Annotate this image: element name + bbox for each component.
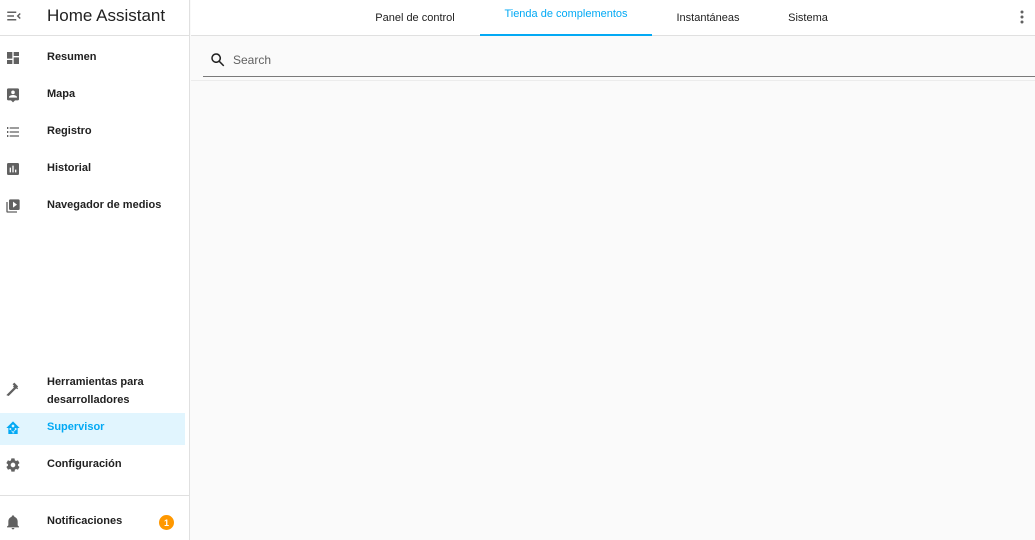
app-title: Home Assistant bbox=[47, 6, 166, 25]
format-list-icon bbox=[4, 123, 22, 141]
cog-icon bbox=[4, 456, 22, 474]
sidebar-item-label: Mapa bbox=[47, 88, 76, 100]
tab-tienda-de-complementos[interactable]: Tienda de complementos bbox=[480, 0, 652, 36]
sidebar-item-label: Notificaciones bbox=[47, 515, 123, 527]
home-assistant-icon bbox=[4, 419, 22, 437]
bell-icon bbox=[4, 513, 22, 531]
hammer-icon bbox=[4, 381, 22, 399]
sidebar-item-label: Historial bbox=[47, 162, 92, 174]
dashboard-icon bbox=[4, 49, 22, 67]
sidebar-item-navegador-de-medios[interactable]: Navegador de medios bbox=[0, 191, 185, 223]
tab-sistema[interactable]: Sistema bbox=[776, 0, 840, 36]
sidebar-item-resumen[interactable]: Resumen bbox=[0, 43, 185, 75]
sidebar-item-label: Configuración bbox=[47, 458, 122, 470]
tab-label: Tienda de complementos bbox=[504, 8, 628, 20]
map-account-icon bbox=[4, 86, 22, 104]
tab-panel-de-control[interactable]: Panel de control bbox=[363, 0, 467, 36]
search-divider bbox=[191, 80, 1035, 81]
sidebar-item-label: Herramientas para desarrolladores bbox=[47, 376, 144, 406]
search-bar bbox=[203, 44, 1035, 77]
sidebar-header: Home Assistant bbox=[0, 0, 190, 36]
sidebar: Home Assistant Resumen Mapa Registro His… bbox=[0, 0, 190, 540]
dots-vertical-icon bbox=[1020, 10, 1024, 24]
sidebar-item-label: Navegador de medios bbox=[47, 199, 162, 211]
sidebar-divider bbox=[0, 495, 190, 496]
menu-open-icon bbox=[5, 7, 23, 25]
sidebar-item-supervisor[interactable]: Supervisor bbox=[0, 413, 185, 445]
play-box-multiple-icon bbox=[4, 197, 22, 215]
tab-label: Instantáneas bbox=[676, 12, 740, 24]
sidebar-item-label: Supervisor bbox=[47, 421, 105, 433]
active-tab-indicator bbox=[480, 34, 652, 36]
more-options-button[interactable] bbox=[1013, 6, 1031, 28]
tab-instantaneas[interactable]: Instantáneas bbox=[665, 0, 751, 36]
chart-box-icon bbox=[4, 160, 22, 178]
sidebar-item-historial[interactable]: Historial bbox=[0, 154, 185, 186]
tab-label: Sistema bbox=[788, 12, 828, 24]
sidebar-item-notificaciones[interactable]: Notificaciones 1 bbox=[0, 507, 185, 539]
sidebar-item-herramientas[interactable]: Herramientas para desarrolladores bbox=[0, 370, 185, 410]
menu-toggle-button[interactable] bbox=[2, 4, 26, 28]
notification-count-badge: 1 bbox=[159, 515, 174, 530]
search-icon bbox=[209, 51, 227, 69]
tab-label: Panel de control bbox=[375, 12, 455, 24]
sidebar-item-configuracion[interactable]: Configuración bbox=[0, 450, 185, 482]
top-tab-bar: Panel de control Tienda de complementos … bbox=[191, 0, 1035, 36]
sidebar-item-registro[interactable]: Registro bbox=[0, 117, 185, 149]
sidebar-item-label: Resumen bbox=[47, 51, 97, 63]
sidebar-item-mapa[interactable]: Mapa bbox=[0, 80, 185, 112]
search-input[interactable] bbox=[233, 50, 1013, 70]
sidebar-item-label: Registro bbox=[47, 125, 92, 137]
